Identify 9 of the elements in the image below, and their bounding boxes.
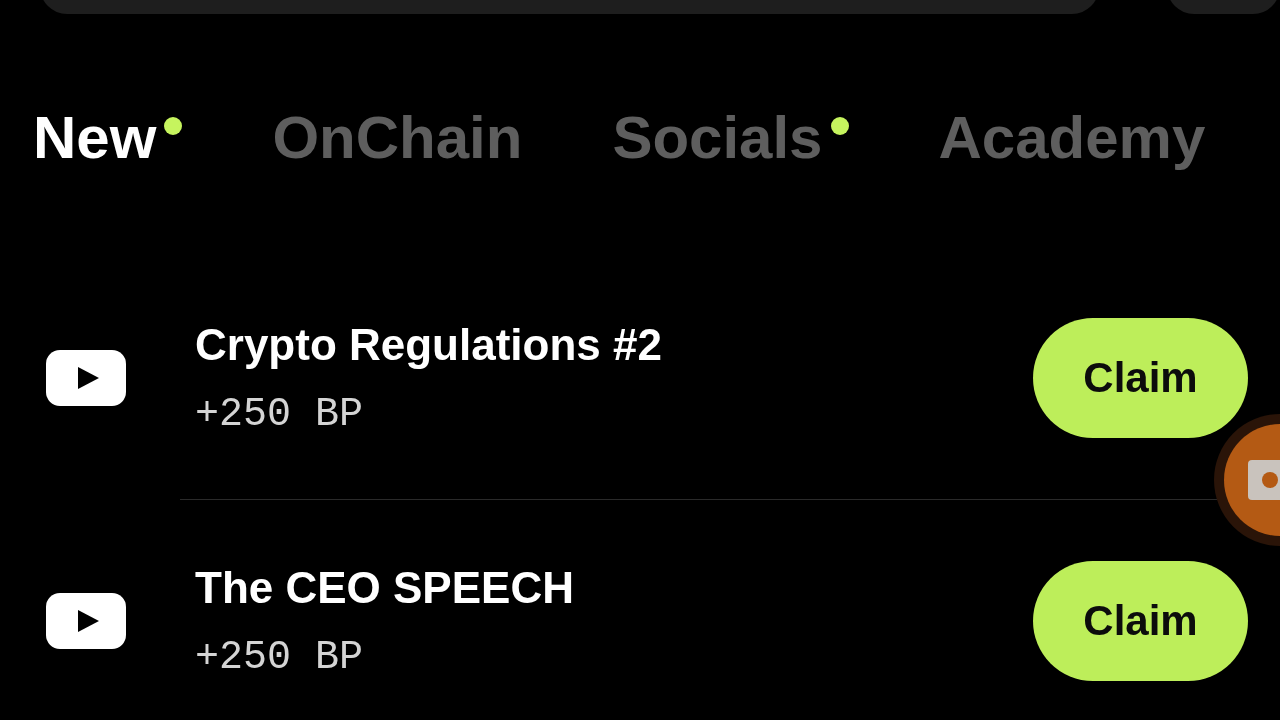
tab[interactable]: New (33, 103, 157, 173)
task-title: Crypto Regulations #2 (195, 319, 663, 370)
task-reward: +250 BP (195, 634, 365, 680)
claim-button[interactable]: Claim (1033, 318, 1248, 438)
task-title: The CEO SPEECH (195, 562, 575, 613)
task-reward: +250 BP (195, 391, 365, 437)
play-icon (46, 593, 126, 649)
claim-button[interactable]: Claim (1033, 561, 1248, 681)
play-icon (46, 350, 126, 406)
